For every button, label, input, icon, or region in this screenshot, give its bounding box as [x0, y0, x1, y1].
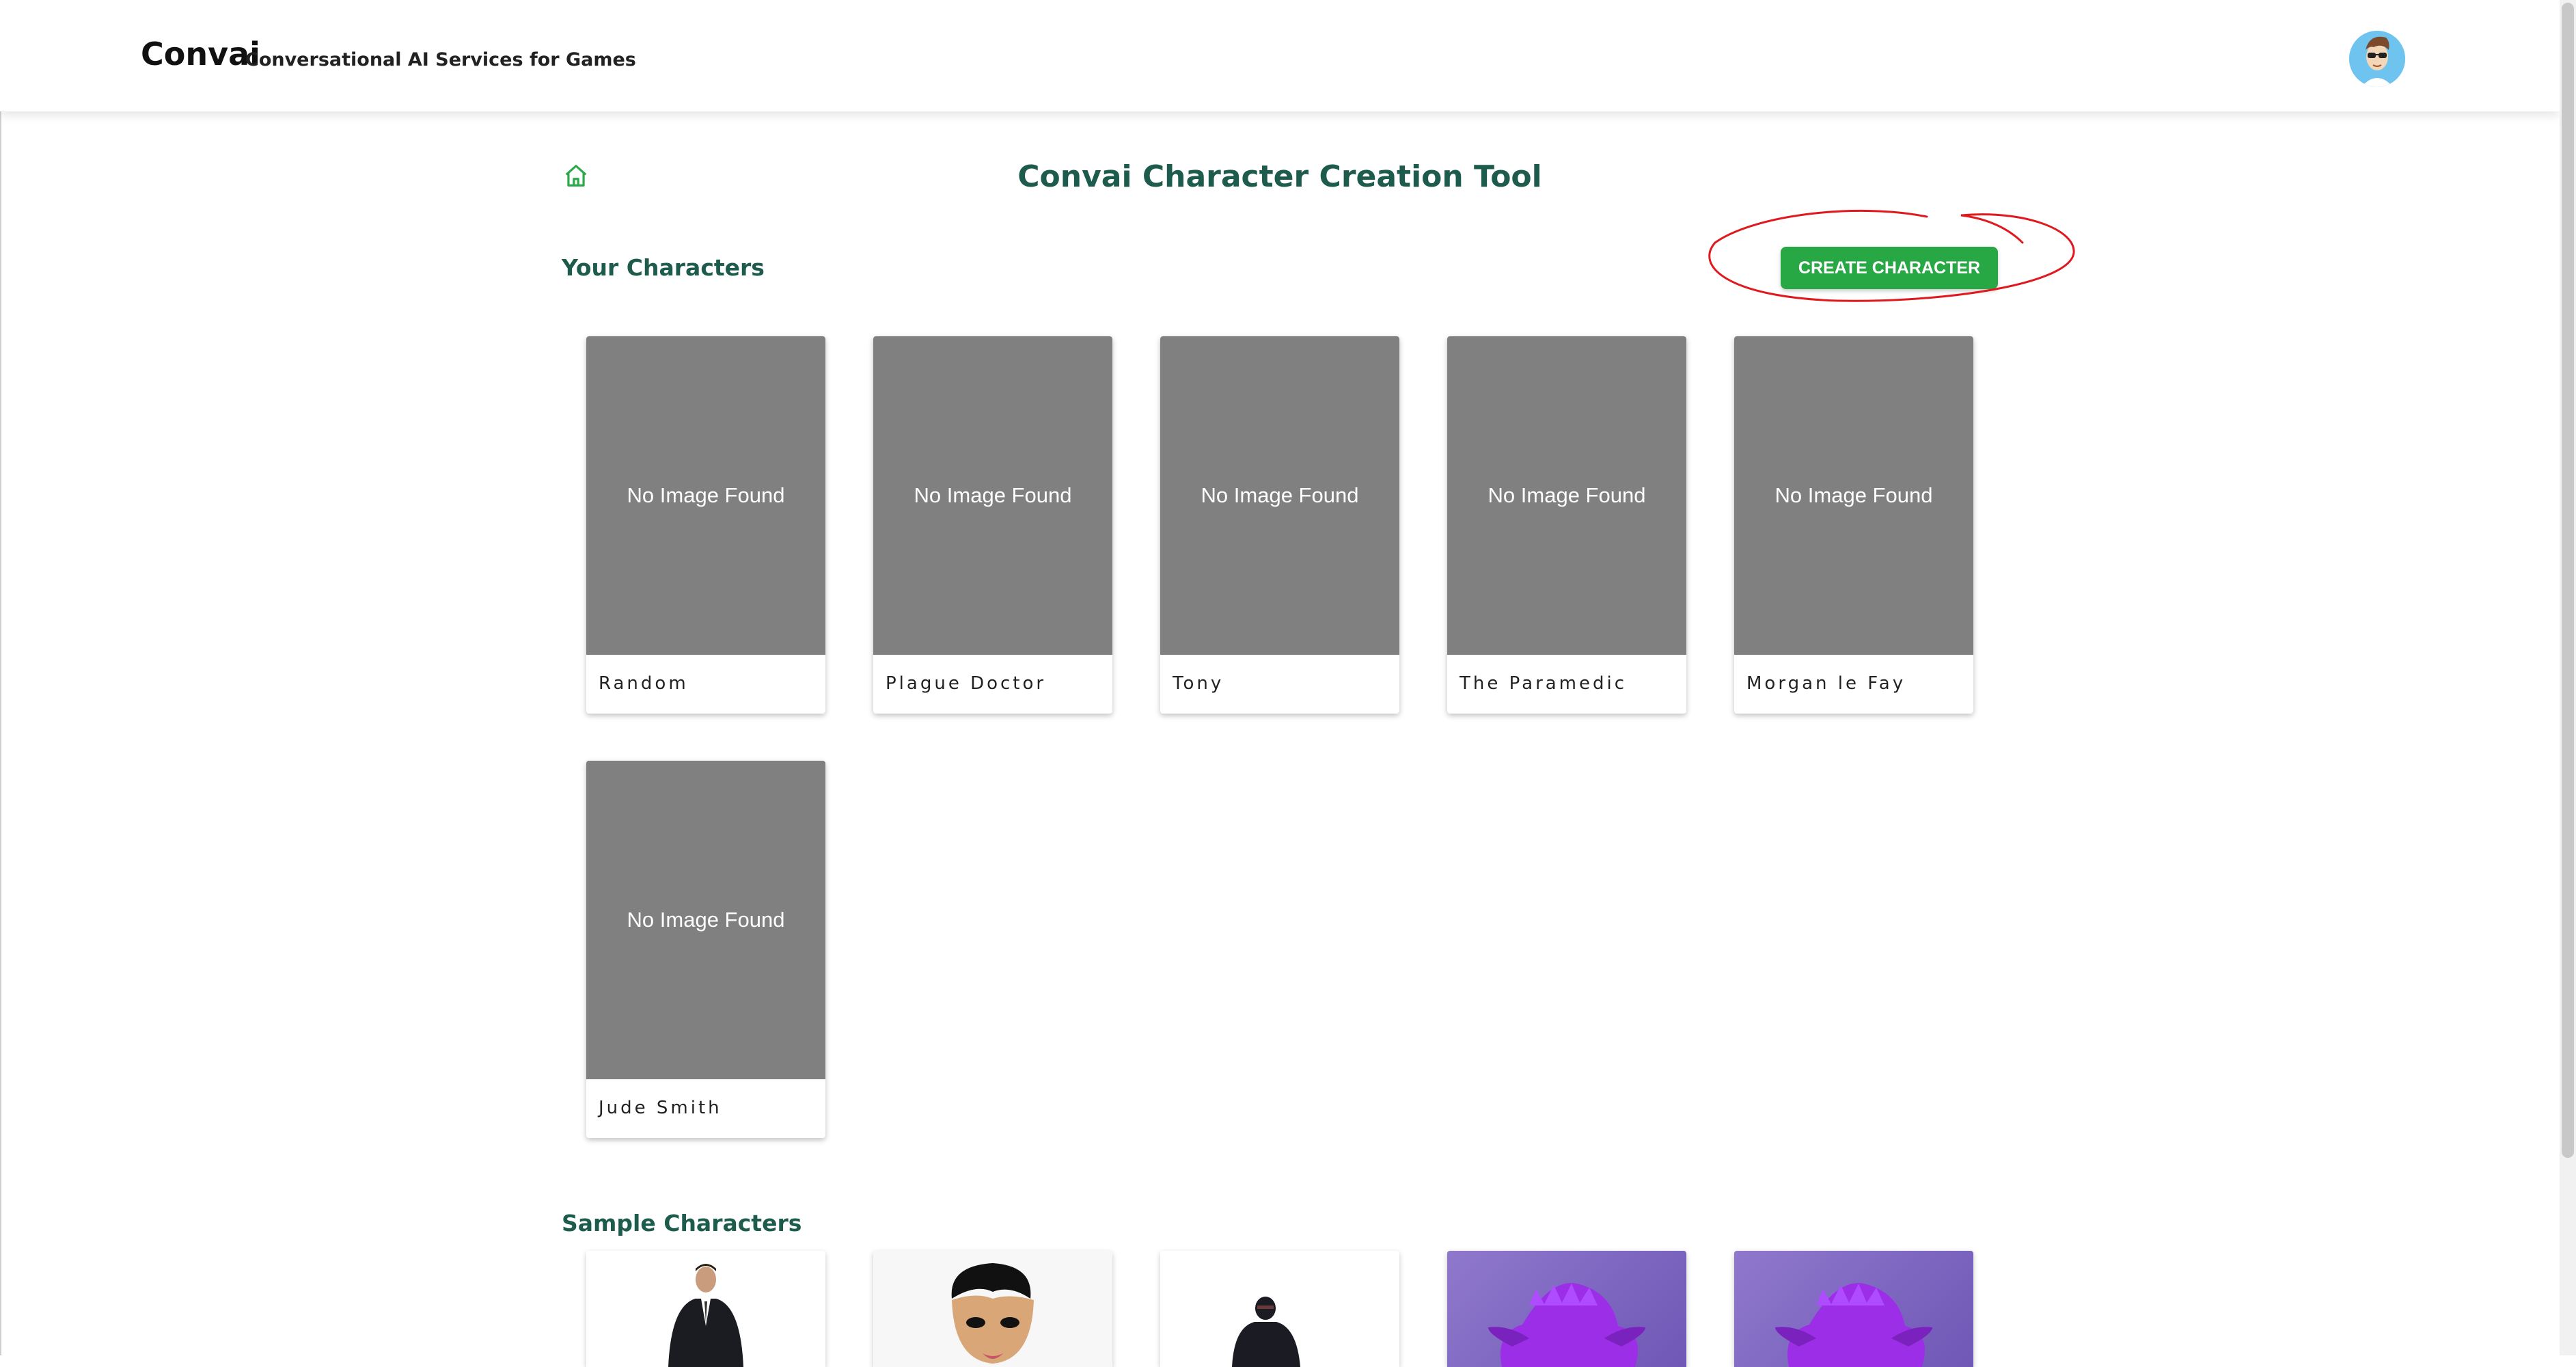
character-name: Plague Doctor — [886, 673, 1047, 694]
character-image-placeholder: No Image Found — [586, 761, 825, 1079]
character-name: The Paramedic — [1460, 673, 1628, 694]
character-name: Tony — [1173, 673, 1224, 694]
character-name: Random — [599, 673, 689, 694]
character-image-placeholder: No Image Found — [1734, 336, 1973, 655]
sample-character-card-purple-creature[interactable] — [1447, 1251, 1686, 1367]
sample-character-card-ninja[interactable] — [1160, 1251, 1399, 1367]
character-image-placeholder: No Image Found — [873, 336, 1112, 655]
scrollbar-thumb[interactable] — [2562, 3, 2574, 1158]
top-navbar: Convai Conversational AI Services for Ga… — [0, 0, 2560, 111]
character-image-placeholder: No Image Found — [1160, 336, 1399, 655]
character-image-placeholder: No Image Found — [586, 336, 825, 655]
brand-logo[interactable]: Convai — [141, 36, 260, 72]
character-name: Morgan le Fay — [1746, 673, 1906, 694]
character-image-placeholder: No Image Found — [1447, 336, 1686, 655]
character-card-jude-smith[interactable]: No Image Found Jude Smith — [586, 761, 825, 1138]
character-card-random[interactable]: No Image Found Random — [586, 336, 825, 714]
character-card-tony[interactable]: No Image Found Tony — [1160, 336, 1399, 714]
purple-creature-icon — [1488, 1283, 1645, 1367]
sample-character-card-suit-man[interactable] — [586, 1251, 825, 1367]
purple-creature-icon — [1775, 1283, 1932, 1367]
brand-tagline: Conversational AI Services for Games — [245, 49, 636, 70]
suit-man-figure-icon — [586, 1251, 825, 1367]
character-name: Jude Smith — [599, 1098, 722, 1118]
cartoon-face-icon — [873, 1251, 1112, 1367]
sample-character-card-purple-creature-2[interactable] — [1734, 1251, 1973, 1367]
sample-characters-heading: Sample Characters — [562, 1210, 802, 1236]
sample-character-card-cartoon-man[interactable] — [873, 1251, 1112, 1367]
create-character-button[interactable]: CREATE CHARACTER — [1781, 247, 1998, 289]
page-title: Convai Character Creation Tool — [1017, 159, 1542, 194]
user-avatar[interactable] — [2349, 31, 2405, 87]
avatar-face-icon — [2349, 31, 2405, 87]
character-card-the-paramedic[interactable]: No Image Found The Paramedic — [1447, 336, 1686, 714]
character-card-plague-doctor[interactable]: No Image Found Plague Doctor — [873, 336, 1112, 714]
ninja-figure-icon — [1160, 1251, 1399, 1367]
your-characters-heading: Your Characters — [562, 254, 765, 281]
page-scrollbar[interactable] — [2560, 0, 2576, 1355]
character-card-morgan-le-fay[interactable]: No Image Found Morgan le Fay — [1734, 336, 1973, 714]
